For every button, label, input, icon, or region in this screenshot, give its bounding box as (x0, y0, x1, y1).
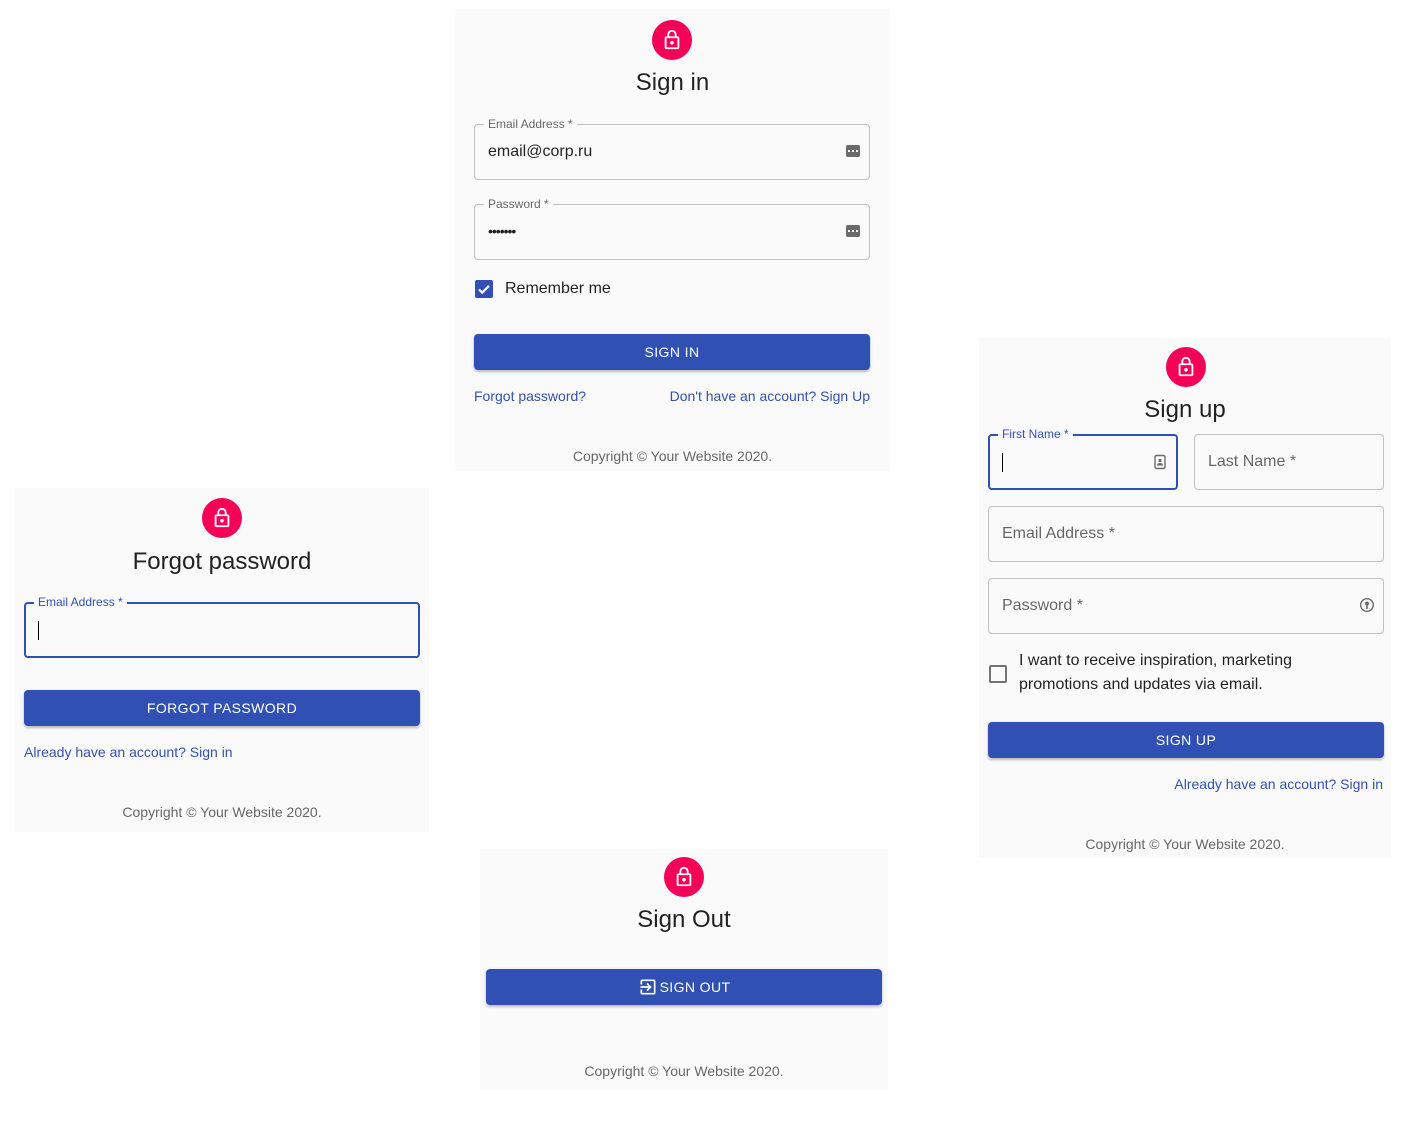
signin-email-field[interactable]: Email Address * email@corp.ru (474, 117, 870, 180)
password-manager-icon[interactable] (845, 223, 861, 239)
forgot-panel: Forgot password Email Address * FORGOT P… (15, 488, 429, 832)
lock-avatar (202, 498, 242, 538)
email-value: email@corp.ru (488, 143, 593, 160)
lock-icon (214, 507, 230, 528)
password-placeholder: Password * (1002, 597, 1083, 614)
signup-title: Sign up (1144, 396, 1226, 423)
lock-icon (1178, 356, 1194, 377)
checkmark-icon (478, 285, 490, 295)
copyright: Copyright © Your Website 2020. (1085, 836, 1285, 852)
lock-avatar (1166, 347, 1206, 387)
remember-checkbox[interactable] (475, 280, 493, 298)
signout-button[interactable]: SIGN OUT (486, 969, 882, 1005)
key-icon[interactable] (1359, 597, 1375, 613)
marketing-label-line2: promotions and updates via email. (1019, 676, 1263, 693)
signup-password-field[interactable]: Password * (988, 578, 1384, 634)
email-placeholder: Email Address * (1002, 525, 1115, 542)
copyright: Copyright © Your Website 2020. (584, 1063, 784, 1079)
forgot-password-button[interactable]: FORGOT PASSWORD (24, 690, 420, 726)
first-name-field[interactable]: First Name * (988, 427, 1178, 490)
lock-avatar (664, 857, 704, 897)
forgot-password-link[interactable]: Forgot password? (474, 388, 586, 404)
marketing-checkbox[interactable] (989, 665, 1007, 683)
first-name-label: First Name * (998, 427, 1073, 441)
password-manager-icon[interactable] (845, 143, 861, 159)
password-label: Password * (484, 197, 553, 211)
signout-title: Sign Out (637, 906, 731, 933)
remember-label: Remember me (505, 280, 611, 297)
signin-title: Sign in (635, 69, 710, 96)
lock-icon (664, 29, 680, 50)
signin-password-field[interactable]: Password * ••••••• (474, 197, 870, 260)
copyright: Copyright © Your Website 2020. (572, 448, 773, 464)
lock-icon (676, 866, 692, 887)
marketing-label-line1: I want to receive inspiration, marketing (1019, 652, 1293, 669)
signin-link[interactable]: Already have an account? Sign in (1174, 776, 1383, 792)
text-caret (38, 621, 39, 640)
lock-avatar (652, 20, 692, 60)
marketing-label: I want to receive inspiration, marketing… (1019, 649, 1292, 697)
copyright: Copyright © Your Website 2020. (122, 804, 322, 820)
signup-email-field[interactable]: Email Address * (988, 506, 1384, 562)
signup-button[interactable]: SIGN UP (988, 722, 1384, 758)
signin-link[interactable]: Already have an account? Sign in (24, 744, 233, 760)
email-label: Email Address * (484, 117, 577, 131)
exit-icon (640, 979, 656, 995)
last-name-placeholder: Last Name * (1208, 453, 1297, 470)
signin-button[interactable]: SIGN IN (474, 334, 870, 370)
signup-panel: Sign up First Name * Last Name * Email A… (979, 338, 1391, 857)
last-name-field[interactable]: Last Name * (1194, 434, 1384, 490)
signup-link[interactable]: Don't have an account? Sign Up (670, 388, 870, 404)
signin-panel: Sign in Email Address * email@corp.ru Pa… (455, 9, 890, 471)
email-label: Email Address * (34, 595, 127, 609)
signout-button-label: SIGN OUT (659, 979, 731, 995)
signout-panel: Sign Out SIGN OUT Copyright © Your Websi… (480, 849, 888, 1089)
forgot-email-field[interactable]: Email Address * (24, 595, 420, 658)
password-value: ••••••• (488, 223, 516, 239)
forgot-title: Forgot password (132, 548, 312, 575)
text-caret (1002, 453, 1003, 472)
contact-card-icon[interactable] (1152, 454, 1168, 470)
